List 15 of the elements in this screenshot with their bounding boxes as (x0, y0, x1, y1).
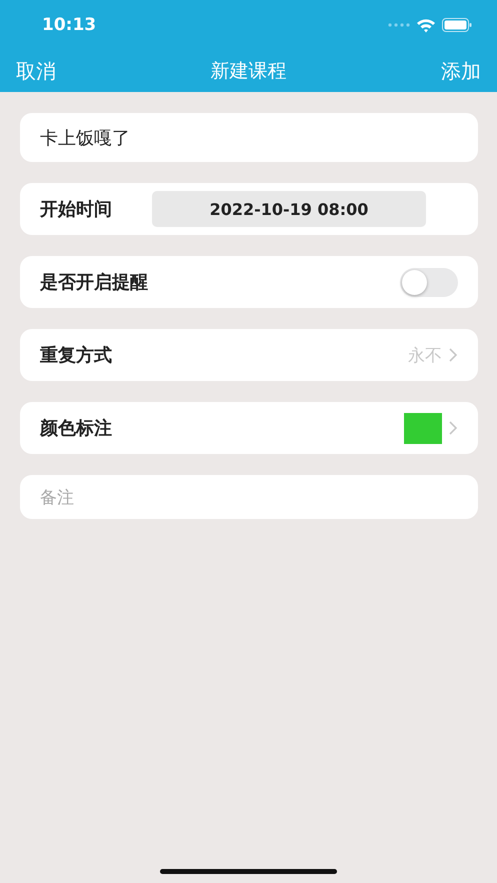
color-row[interactable]: 颜色标注 (20, 402, 478, 454)
status-time: 10:13 (42, 15, 96, 35)
signal-icon (388, 23, 410, 27)
row-label: 颜色标注 (40, 417, 112, 440)
page-title: 新建课程 (210, 59, 286, 84)
date-picker-button[interactable]: 2022-10-19 08:00 (152, 191, 426, 227)
chevron-icon (448, 420, 458, 436)
row-label: 是否开启提醒 (40, 271, 148, 294)
chevron-icon (448, 347, 458, 363)
wifi-icon (416, 18, 436, 32)
reminder-switch[interactable] (400, 268, 458, 296)
row-label: 重复方式 (40, 344, 112, 367)
battery-icon (442, 18, 472, 32)
title-field[interactable]: 卡上饭嘎了 (20, 113, 478, 162)
row-label: 开始时间 (40, 198, 112, 221)
